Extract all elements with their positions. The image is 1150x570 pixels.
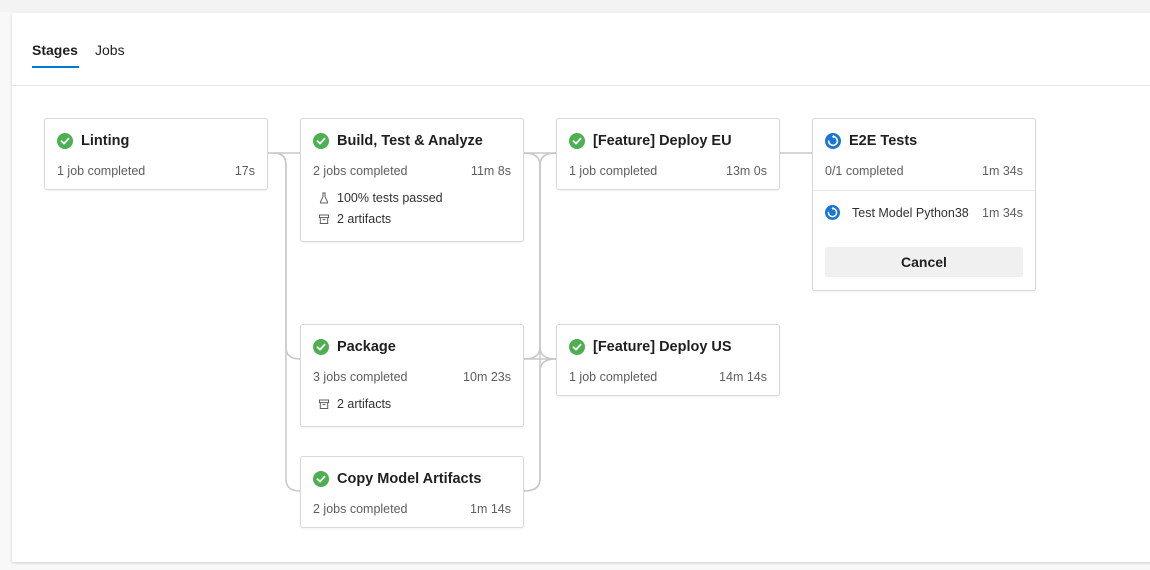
stages-panel: Stages Jobs Linting 1 job completed 17s … — [12, 13, 1150, 562]
stage-title: Package — [337, 339, 396, 355]
stage-duration: 17s — [234, 164, 255, 178]
artifacts-text: 2 artifacts — [337, 397, 392, 411]
stage-jobs-count: 2 jobs completed — [313, 164, 408, 178]
stage-title: Linting — [81, 133, 130, 149]
stage-divider — [813, 190, 1035, 191]
stage-e2e-tests[interactable]: E2E Tests 0/1 completed 1m 34s Test Mode… — [812, 118, 1036, 291]
stage-jobs-count: 0/1 completed — [825, 164, 904, 178]
stage-title: [Feature] Deploy EU — [593, 133, 732, 149]
stage-jobs-count: 1 job completed — [57, 164, 146, 178]
tests-summary[interactable]: 100% tests passed — [318, 191, 443, 205]
stage-linting[interactable]: Linting 1 job completed 17s — [44, 118, 268, 190]
stage-jobs-count: 2 jobs completed — [313, 502, 408, 516]
stage-title: Build, Test & Analyze — [337, 133, 483, 149]
artifacts-link[interactable]: 2 artifacts — [318, 397, 391, 411]
top-strip — [0, 0, 1150, 12]
stage-build-test-analyze[interactable]: Build, Test & Analyze 2 jobs completed 1… — [300, 118, 524, 242]
in-progress-icon — [825, 205, 840, 220]
check-circle-icon — [57, 133, 73, 149]
job-duration: 1m 34s — [982, 205, 1023, 220]
stage-jobs-count: 3 jobs completed — [313, 370, 408, 384]
check-circle-icon — [569, 339, 585, 355]
artifacts-link[interactable]: 2 artifacts — [318, 212, 391, 226]
stage-duration: 11m 8s — [470, 164, 511, 178]
stage-title: E2E Tests — [849, 133, 918, 149]
check-circle-icon — [313, 471, 329, 487]
in-progress-icon — [825, 133, 841, 149]
check-circle-icon — [569, 133, 585, 149]
stage-duration: 1m 14s — [470, 502, 511, 516]
artifacts-text: 2 artifacts — [337, 212, 392, 226]
stage-copy-model-artifacts[interactable]: Copy Model Artifacts 2 jobs completed 1m… — [300, 456, 524, 528]
stage-jobs-count: 1 job completed — [569, 164, 658, 178]
tests-passed-text: 100% tests passed — [337, 191, 443, 205]
job-row-test-model-python38[interactable]: Test Model Python38 1m 34s — [825, 205, 1023, 220]
archive-icon — [319, 399, 329, 409]
job-name: Test Model Python38 — [852, 205, 969, 220]
cancel-button[interactable]: Cancel — [825, 247, 1023, 277]
stage-package[interactable]: Package 3 jobs completed 10m 23s 2 artif… — [300, 324, 524, 427]
stage-duration: 14m 14s — [719, 370, 767, 384]
stage-deploy-eu[interactable]: [Feature] Deploy EU 1 job completed 13m … — [556, 118, 780, 190]
stage-duration: 1m 34s — [982, 164, 1023, 178]
check-circle-icon — [313, 339, 329, 355]
stage-deploy-us[interactable]: [Feature] Deploy US 1 job completed 14m … — [556, 324, 780, 396]
archive-icon — [319, 214, 329, 224]
stage-duration: 10m 23s — [463, 370, 511, 384]
flask-icon — [319, 192, 329, 204]
stage-jobs-count: 1 job completed — [569, 370, 658, 384]
stage-title: [Feature] Deploy US — [593, 339, 732, 355]
stage-duration: 13m 0s — [726, 164, 767, 178]
check-circle-icon — [313, 133, 329, 149]
stage-title: Copy Model Artifacts — [337, 471, 482, 487]
